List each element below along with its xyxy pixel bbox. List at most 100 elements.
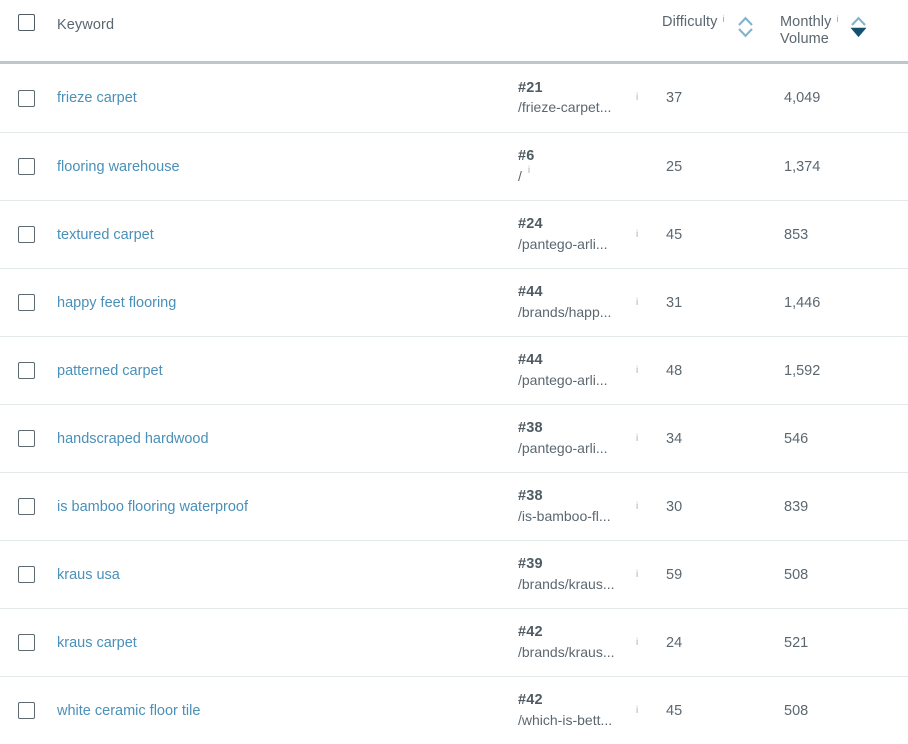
table-row[interactable]: frieze carpet #21/frieze-carpet... i 37 4,04… [0,64,908,132]
row-info-icon[interactable]: i [636,433,638,444]
header-keyword-cell: Keyword [56,14,328,34]
difficulty-value: 45 [666,226,683,243]
difficulty-cell: 45 [662,227,780,243]
difficulty-value: 45 [666,702,683,719]
rank-url-cell: #42/brands/kraus... [518,623,636,661]
row-info-icon[interactable]: i [636,637,638,648]
table-row[interactable]: happy feet flooring #44/brands/happ... i 31… [0,268,908,336]
keyword-link[interactable]: patterned carpet [57,363,163,379]
table-row[interactable]: kraus carpet #42/brands/kraus... i 24 521 [0,608,908,676]
row-checkbox[interactable] [18,430,35,447]
rank-position: #21 [518,79,543,96]
row-info-icon[interactable]: i [636,229,638,240]
keyword-link[interactable]: happy feet flooring [57,295,176,311]
rank-url-cell: #24/pantego-arli... [518,215,636,253]
monthly-volume-cell: 508 [780,703,908,719]
header-faint-text [328,14,662,18]
keyword-cell: happy feet flooring [56,295,518,311]
table-row[interactable]: patterned carpet #44/pantego-arli... i 48 1,… [0,336,908,404]
rank-position: #38 [518,420,543,437]
table-row[interactable]: textured carpet #24/pantego-arli... i 45 853 [0,200,908,268]
rank-position: #38 [518,488,543,505]
table-row[interactable]: flooring warehouse #6/i 25 1,374 [0,132,908,200]
column-header-difficulty[interactable]: Difficulty [662,14,718,31]
ranking-url-text: /brands/kraus... [518,643,615,660]
column-header-keyword[interactable]: Keyword [57,17,114,34]
ranking-url-text: /pantego-arli... [518,371,608,388]
row-checkbox[interactable] [18,702,35,719]
rank-url-cell: #42/which-is-bett... [518,691,636,729]
keyword-link[interactable]: frieze carpet [57,90,137,106]
difficulty-cell: 30 [662,499,780,515]
row-select-cell [0,634,56,651]
row-checkbox[interactable] [18,294,35,311]
row-select-cell [0,89,56,107]
monthly-volume-cell: 508 [780,567,908,583]
table-row[interactable]: is bamboo flooring waterproof #38/is-bamb… [0,472,908,540]
difficulty-value: 31 [666,294,683,311]
row-info-icon[interactable]: i [636,705,638,716]
select-all-checkbox[interactable] [18,14,35,31]
monthly-volume-sort-icon[interactable] [850,16,868,38]
row-info-icon[interactable]: i [636,93,638,103]
row-select-cell [0,702,56,719]
monthly-volume-cell: 4,049 [780,90,908,106]
difficulty-cell: 24 [662,635,780,651]
row-info-icon[interactable]: i [528,165,530,176]
ranking-url: /is-bamboo-fl... [518,507,611,526]
row-checkbox[interactable] [18,362,35,379]
difficulty-cell: 31 [662,295,780,311]
keyword-link[interactable]: is bamboo flooring waterproof [57,499,248,515]
row-select-cell [0,498,56,515]
rank-url-cell: #21/frieze-carpet... [518,79,636,117]
difficulty-cell: 45 [662,703,780,719]
keyword-link[interactable]: textured carpet [57,227,154,243]
monthly-volume-value: 4,049 [784,90,821,106]
monthly-volume-cell: 839 [780,499,908,515]
table-row[interactable]: white ceramic floor tile #42/which-is-bet… [0,676,908,744]
keyword-link[interactable]: white ceramic floor tile [57,703,200,719]
monthly-volume-cell: 853 [780,227,908,243]
ranking-url-text: /pantego-arli... [518,235,608,252]
row-checkbox[interactable] [18,226,35,243]
row-info-icon[interactable]: i [636,365,638,376]
row-info-cell: i [636,705,662,716]
row-info-icon[interactable]: i [636,501,638,512]
difficulty-value: 37 [666,90,683,106]
monthly-volume-value: 1,592 [784,362,821,379]
table-row[interactable]: kraus usa #39/brands/kraus... i 59 508 [0,540,908,608]
column-header-monthly-volume[interactable]: Monthly Volume [780,14,831,48]
row-checkbox[interactable] [18,158,35,175]
ranking-url: /brands/kraus... [518,575,615,594]
keyword-link[interactable]: flooring warehouse [57,159,180,175]
table-row[interactable]: handscraped hardwood #38/pantego-arli... i… [0,404,908,472]
row-info-cell: i [636,433,662,444]
keyword-rankings-table: Keyword Difficulty i Monthly Volume i fr… [0,0,908,744]
row-checkbox[interactable] [18,89,35,107]
difficulty-sort-icon[interactable] [737,16,754,38]
monthly-volume-cell: 521 [780,635,908,651]
keyword-link[interactable]: handscraped hardwood [57,431,209,447]
difficulty-cell: 25 [662,159,780,175]
row-info-icon[interactable]: i [636,569,638,580]
rank-url-cell: #38/pantego-arli... [518,419,636,457]
rank-position: #39 [518,556,543,573]
ranking-url-text: /brands/happ... [518,303,612,320]
row-checkbox[interactable] [18,634,35,651]
monthly-volume-value: 546 [784,430,809,447]
monthly-volume-info-icon[interactable]: i [836,15,838,24]
row-checkbox[interactable] [18,566,35,583]
row-info-cell: i [636,93,662,103]
difficulty-info-icon[interactable]: i [723,15,725,24]
ranking-url-text: /pantego-arli... [518,439,608,456]
keyword-link[interactable]: kraus usa [57,567,120,583]
difficulty-value: 48 [666,362,683,379]
difficulty-value: 30 [666,498,683,515]
monthly-volume-label-line2: Volume [780,31,829,47]
keyword-link[interactable]: kraus carpet [57,635,137,651]
ranking-url-text: / [518,167,522,184]
row-info-icon[interactable]: i [636,297,638,308]
row-checkbox[interactable] [18,498,35,515]
rank-position: #24 [518,216,543,233]
keyword-cell: textured carpet [56,227,518,243]
